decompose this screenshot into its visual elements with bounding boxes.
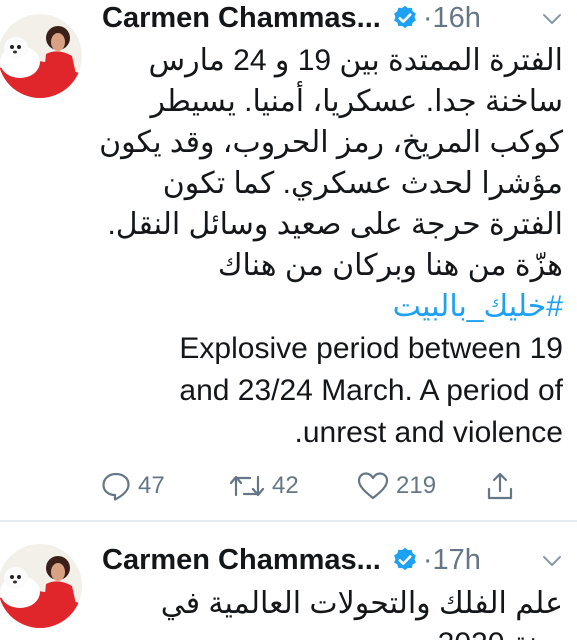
tweet-text-line: and 23/24 March. A period of <box>179 374 563 407</box>
timestamp[interactable]: 17h <box>433 544 481 577</box>
like-count: 219 <box>396 472 437 499</box>
tweet-text-english: Explosive period between 19 and 23/24 Ma… <box>103 328 563 454</box>
tweet-text-line: ساخنة جدا. عسكريا، أمنيا. يسيطر <box>150 85 563 118</box>
tweet-text-line: هزّة من هنا وبركان من هناك <box>217 249 563 282</box>
verified-badge-icon <box>391 546 419 574</box>
tweet-text-line: سنة 2020 <box>103 624 563 640</box>
hashtag-link[interactable]: #خليك_بالبيت <box>393 286 563 327</box>
share-icon <box>487 472 513 500</box>
like-button[interactable]: 219 <box>356 468 436 504</box>
tweet-text-line: .unrest and violence <box>294 416 563 449</box>
heart-icon <box>357 472 389 500</box>
tweet-header: Carmen Chammas... · 17h <box>102 540 481 580</box>
reply-button[interactable]: 47 <box>100 468 165 504</box>
tweet-actions: 47 42 219 <box>100 468 540 504</box>
tweet-text-line: الفترة حرجة على صعيد وسائل النقل. <box>107 208 563 241</box>
share-button[interactable] <box>484 468 522 504</box>
separator-dot: · <box>422 543 433 576</box>
reply-count: 47 <box>138 472 165 499</box>
reply-icon <box>102 472 130 501</box>
author-name[interactable]: Carmen Chammas... <box>102 544 381 577</box>
chevron-down-icon[interactable] <box>541 550 563 572</box>
tweet-text-arabic: الفترة الممتدة بين 19 و 24 مارس ساخنة جد… <box>99 40 563 286</box>
tweet[interactable]: Carmen Chammas... · 17h علم الفلك والتحو… <box>0 522 577 640</box>
timestamp[interactable]: 16h <box>433 2 481 35</box>
retweet-count: 42 <box>272 472 299 499</box>
tweet-text-line: Explosive period between 19 <box>179 332 563 365</box>
author-name[interactable]: Carmen Chammas... <box>102 2 381 35</box>
tweet-text-line: مؤشرا لحدث عسكري. كما تكون <box>162 167 563 200</box>
verified-badge-icon <box>391 4 419 32</box>
avatar[interactable] <box>0 14 82 98</box>
tweet-header: Carmen Chammas... · 16h <box>102 0 481 38</box>
tweet-text-line: كوكب المريخ، رمز الحروب، وقد يكون <box>99 126 563 159</box>
chevron-down-icon[interactable] <box>541 8 563 30</box>
tweet-text-arabic: علم الفلك والتحولات العالمية في سنة 2020 <box>103 584 563 640</box>
avatar[interactable] <box>0 544 82 628</box>
retweet-icon <box>229 475 265 497</box>
tweet[interactable]: Carmen Chammas... · 16h الفترة الممتدة ب… <box>0 0 577 520</box>
timeline-feed: Carmen Chammas... · 16h الفترة الممتدة ب… <box>0 0 577 640</box>
separator-dot: · <box>422 1 433 34</box>
retweet-button[interactable]: 42 <box>228 468 299 504</box>
tweet-text-line: الفترة الممتدة بين 19 و 24 مارس <box>148 44 563 77</box>
tweet-text-line: علم الفلك والتحولات العالمية في <box>160 587 563 620</box>
